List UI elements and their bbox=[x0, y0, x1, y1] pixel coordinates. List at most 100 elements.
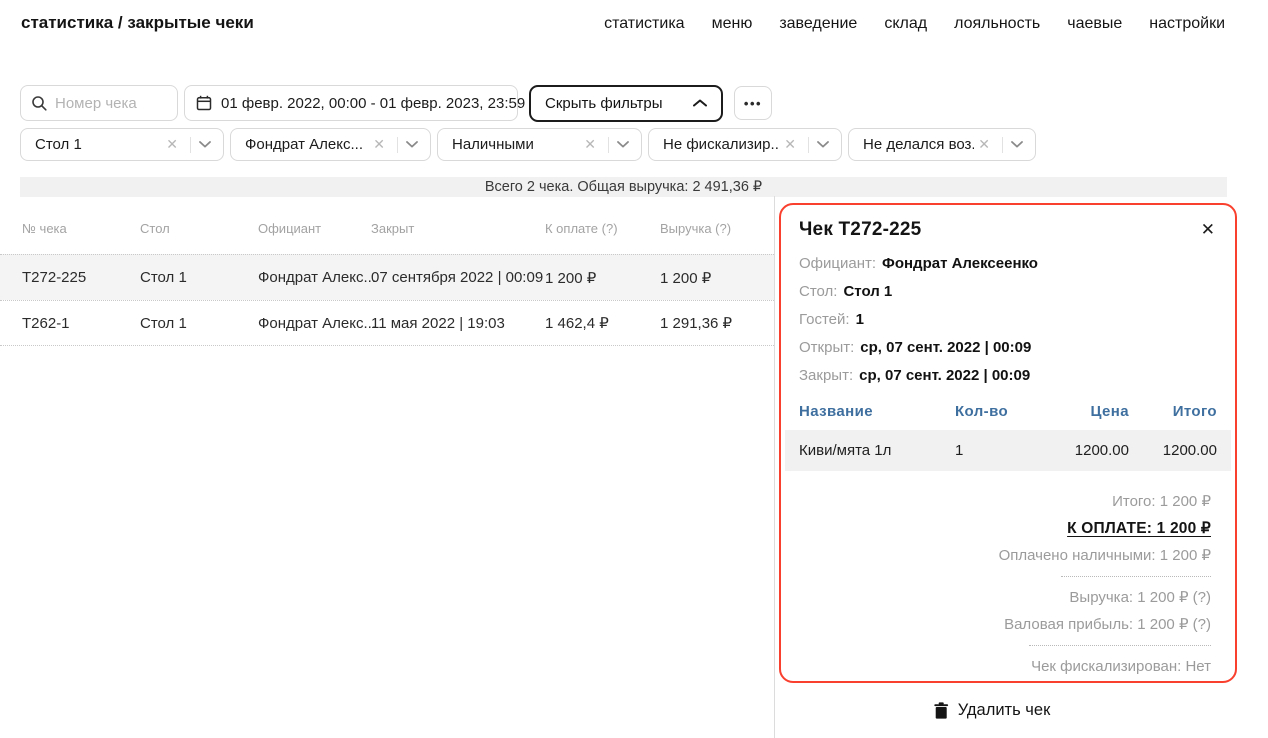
receipt-items-table: Название Кол-во Цена Итого Киви/мята 1л … bbox=[799, 403, 1217, 471]
info-label: Стол: bbox=[799, 283, 837, 300]
receipt-title: Чек T272-225 bbox=[799, 219, 921, 241]
chip-separator bbox=[1002, 137, 1003, 153]
ellipsis-icon: ••• bbox=[744, 97, 762, 110]
nav-item-tips[interactable]: чаевые bbox=[1067, 15, 1122, 33]
chevron-down-icon[interactable] bbox=[199, 141, 211, 148]
cell-number: T262-1 bbox=[22, 315, 140, 332]
total-to-pay: К ОПЛАТЕ: 1 200 ₽ bbox=[799, 515, 1211, 542]
item-qty: 1 bbox=[955, 442, 1033, 459]
info-value-opened: ср, 07 сент. 2022 | 00:09 bbox=[860, 339, 1031, 356]
cell-closed: 11 мая 2022 | 19:03 bbox=[371, 315, 545, 332]
chip-separator bbox=[190, 137, 191, 153]
info-label: Открыт: bbox=[799, 339, 854, 356]
info-value-waiter: Фондрат Алексеенко bbox=[882, 255, 1038, 272]
search-input[interactable] bbox=[55, 95, 167, 112]
col-header-number: № чека bbox=[22, 221, 140, 236]
chip-label: Наличными bbox=[452, 136, 580, 153]
receipt-row-T272-225[interactable]: T272-225 Стол 1 Фондрат Алекс... 07 сент… bbox=[0, 254, 774, 300]
delete-receipt-button[interactable]: Удалить чек bbox=[934, 701, 1051, 720]
cell-table: Стол 1 bbox=[140, 315, 258, 332]
items-table-header: Название Кол-во Цена Итого bbox=[799, 403, 1217, 420]
chip-separator bbox=[397, 137, 398, 153]
receipts-table: № чека Стол Официант Закрыт К оплате (?)… bbox=[0, 198, 774, 346]
summary-text: Всего 2 чека. Общая выручка: 2 491,36 ₽ bbox=[485, 179, 762, 195]
item-name: Киви/мята 1л bbox=[799, 442, 955, 459]
chip-remove-icon[interactable]: ✕ bbox=[162, 136, 182, 153]
chip-label: Стол 1 bbox=[35, 136, 162, 153]
chip-separator bbox=[808, 137, 809, 153]
filter-chip-table[interactable]: Стол 1 ✕ bbox=[20, 128, 224, 161]
chip-remove-icon[interactable]: ✕ bbox=[369, 136, 389, 153]
filter-chip-waiter[interactable]: Фондрат Алекс... ✕ bbox=[230, 128, 431, 161]
cell-revenue: 1 291,36 ₽ bbox=[660, 314, 774, 332]
chip-label: Фондрат Алекс... bbox=[245, 136, 369, 153]
cell-to-pay: 1 462,4 ₽ bbox=[545, 314, 660, 332]
items-col-name: Название bbox=[799, 403, 955, 420]
info-label: Официант: bbox=[799, 255, 876, 272]
receipt-info: Официант:Фондрат Алексеенко Стол:Стол 1 … bbox=[799, 250, 1217, 390]
col-header-revenue: Выручка (?) bbox=[660, 221, 774, 236]
close-icon[interactable]: ✕ bbox=[1199, 219, 1217, 240]
nav-item-menu[interactable]: меню bbox=[712, 15, 753, 33]
chevron-down-icon[interactable] bbox=[1011, 141, 1023, 148]
chip-remove-icon[interactable]: ✕ bbox=[580, 136, 600, 153]
nav-item-settings[interactable]: настройки bbox=[1149, 15, 1225, 33]
items-col-price: Цена bbox=[1033, 403, 1129, 420]
totals-divider bbox=[1029, 645, 1211, 646]
info-value-guests: 1 bbox=[856, 311, 864, 328]
cell-waiter: Фондрат Алекс... bbox=[258, 315, 371, 332]
total-revenue: Выручка: 1 200 ₽ (?) bbox=[799, 584, 1211, 611]
total-gross-profit: Валовая прибыль: 1 200 ₽ (?) bbox=[799, 611, 1211, 638]
receipt-number-search[interactable] bbox=[20, 85, 178, 121]
date-range-button[interactable]: 01 февр. 2022, 00:00 - 01 февр. 2023, 23… bbox=[184, 85, 518, 121]
chevron-down-icon[interactable] bbox=[817, 141, 829, 148]
filter-bar: 01 февр. 2022, 00:00 - 01 февр. 2023, 23… bbox=[20, 85, 772, 121]
receipt-detail-card: Чек T272-225 ✕ Официант: Фондрат Алексеен… bbox=[779, 203, 1237, 683]
item-price: 1200.00 bbox=[1033, 442, 1129, 459]
calendar-icon bbox=[196, 95, 212, 111]
total-subtotal: Итого: 1 200 ₽ bbox=[799, 488, 1211, 515]
nav-item-loyalty[interactable]: лояльность bbox=[954, 15, 1040, 33]
nav-item-warehouse[interactable]: склад bbox=[884, 15, 927, 33]
filter-chip-fiscalization[interactable]: Не фискализир... ✕ bbox=[648, 128, 842, 161]
total-fiscalized: Чек фискализирован: Нет bbox=[799, 653, 1211, 680]
breadcrumb: статистика / закрытые чеки bbox=[21, 13, 254, 33]
items-col-total: Итого bbox=[1129, 403, 1217, 420]
chevron-down-icon[interactable] bbox=[617, 141, 629, 148]
search-icon bbox=[31, 95, 47, 111]
nav-item-venue[interactable]: заведение bbox=[779, 15, 857, 33]
info-label: Гостей: bbox=[799, 311, 850, 328]
item-total: 1200.00 bbox=[1129, 442, 1217, 459]
nav-item-statistics[interactable]: статистика bbox=[604, 15, 684, 33]
delete-receipt-label: Удалить чек bbox=[958, 701, 1051, 720]
info-value-table: Стол 1 bbox=[843, 283, 892, 300]
col-header-closed: Закрыт bbox=[371, 221, 545, 236]
cell-to-pay: 1 200 ₽ bbox=[545, 269, 660, 287]
more-options-button[interactable]: ••• bbox=[734, 86, 772, 120]
filter-chips: Стол 1 ✕ Фондрат Алекс... ✕ Наличными ✕ … bbox=[20, 128, 1036, 161]
items-col-qty: Кол-во bbox=[955, 403, 1033, 420]
filter-chip-refund[interactable]: Не делался воз... ✕ bbox=[848, 128, 1036, 161]
chevron-down-icon[interactable] bbox=[406, 141, 418, 148]
summary-bar: Всего 2 чека. Общая выручка: 2 491,36 ₽ bbox=[20, 177, 1227, 197]
cell-waiter: Фондрат Алекс... bbox=[258, 269, 371, 286]
receipt-totals: Итого: 1 200 ₽ К ОПЛАТЕ: 1 200 ₽ Оплачен… bbox=[799, 488, 1217, 680]
chip-remove-icon[interactable]: ✕ bbox=[780, 136, 800, 153]
hide-filters-button[interactable]: Скрыть фильтры bbox=[529, 85, 723, 122]
receipt-row-T262-1[interactable]: T262-1 Стол 1 Фондрат Алекс... 11 мая 20… bbox=[0, 300, 774, 346]
chip-remove-icon[interactable]: ✕ bbox=[974, 136, 994, 153]
chip-separator bbox=[608, 137, 609, 153]
date-range-label: 01 февр. 2022, 00:00 - 01 февр. 2023, 23… bbox=[221, 95, 525, 112]
cell-number: T272-225 bbox=[22, 269, 140, 286]
cell-table: Стол 1 bbox=[140, 269, 258, 286]
filter-chip-payment-method[interactable]: Наличными ✕ bbox=[437, 128, 642, 161]
cell-revenue: 1 200 ₽ bbox=[660, 269, 774, 287]
top-nav: статистика меню заведение склад лояльнос… bbox=[604, 15, 1225, 33]
info-value-closed: ср, 07 сент. 2022 | 00:09 bbox=[859, 367, 1030, 384]
chevron-up-icon bbox=[693, 99, 707, 107]
chip-label: Не фискализир... bbox=[663, 136, 780, 153]
info-label: Закрыт: bbox=[799, 367, 853, 384]
chip-label: Не делался воз... bbox=[863, 136, 974, 153]
panel-divider bbox=[774, 196, 775, 738]
cell-closed: 07 сентября 2022 | 00:09 bbox=[371, 269, 545, 286]
